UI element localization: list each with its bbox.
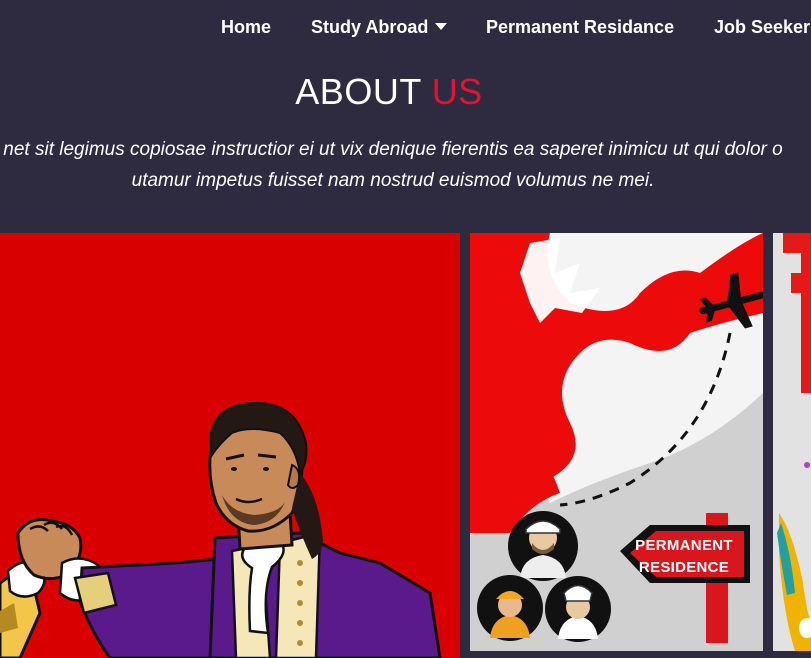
partial-tile-image [773, 233, 811, 651]
nav-job-seeker-link[interactable]: Job Seeker [714, 17, 810, 37]
nav-home-link[interactable]: Home [221, 17, 271, 37]
about-description-line1: net sit legimus copiosae instructior ei … [3, 139, 783, 160]
partial-tile[interactable] [773, 233, 811, 651]
duel-illustration-tile[interactable] [0, 233, 460, 658]
about-description-line2: utamur impetus fuisset nam nostrud euism… [131, 170, 655, 191]
nav-permanent-residance-link[interactable]: Permanent Residance [486, 17, 674, 37]
sign-line1: PERMANENT [635, 537, 733, 554]
permanent-residence-image [470, 233, 763, 651]
about-heading-main: ABOUT [295, 71, 422, 112]
main-nav: Home Study Abroad Permanent Residance Jo… [0, 0, 811, 52]
nav-study-abroad-link[interactable]: Study Abroad [311, 17, 448, 37]
sign-line2: RESIDENCE [638, 559, 730, 576]
duel-illustration-image [0, 233, 460, 658]
about-heading: ABOUT US [0, 72, 778, 112]
about-description: net sit legimus copiosae instructior ei … [0, 134, 806, 196]
caret-down-icon [435, 23, 448, 30]
nav-study-abroad-label: Study Abroad [311, 17, 429, 37]
about-heading-accent: US [431, 71, 483, 112]
permanent-residence-sign-text: PERMANENT RESIDENCE [626, 535, 742, 579]
permanent-residence-tile[interactable] [470, 233, 763, 651]
